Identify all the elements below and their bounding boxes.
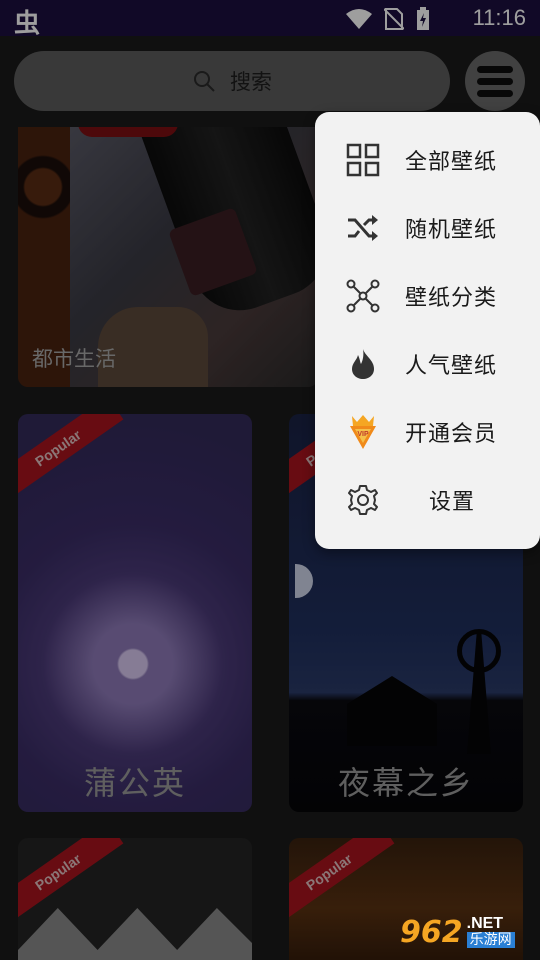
- gear-icon: [345, 482, 381, 518]
- menu-item-vip[interactable]: VIP 开通会员: [315, 398, 540, 466]
- site-watermark: 962 .NET 乐游网: [400, 910, 536, 954]
- menu-item-all-wallpapers[interactable]: 全部壁纸: [315, 126, 540, 194]
- menu-item-settings[interactable]: 设置: [315, 466, 540, 534]
- menu-item-label: 设置: [429, 490, 476, 515]
- menu-item-random-wallpaper[interactable]: 随机壁纸: [315, 194, 540, 262]
- menu-item-label: 全部壁纸: [405, 150, 498, 175]
- menu-item-label: 随机壁纸: [405, 218, 498, 243]
- grid-icon: [345, 142, 381, 178]
- category-icon: [345, 278, 381, 314]
- menu-item-popular[interactable]: 人气壁纸: [315, 330, 540, 398]
- svg-text:VIP: VIP: [357, 431, 369, 438]
- watermark-net: .NET: [466, 915, 504, 932]
- watermark-number: 962: [400, 914, 463, 950]
- menu-item-label: 人气壁纸: [405, 354, 498, 379]
- menu-item-label: 开通会员: [405, 422, 498, 447]
- menu-item-categories[interactable]: 壁纸分类: [315, 262, 540, 330]
- watermark-site: 乐游网: [466, 932, 515, 948]
- vip-crown-icon: VIP: [345, 414, 381, 450]
- flame-icon: [345, 346, 381, 382]
- screen: 虫 11:16 搜索 都市生活 Popular 蒲公英 P: [0, 0, 540, 960]
- overflow-menu: 全部壁纸 随机壁纸 壁纸分类 人气壁纸 VIP 开通会员 设置: [315, 112, 540, 549]
- menu-item-label: 壁纸分类: [405, 286, 498, 311]
- shuffle-icon: [345, 210, 381, 246]
